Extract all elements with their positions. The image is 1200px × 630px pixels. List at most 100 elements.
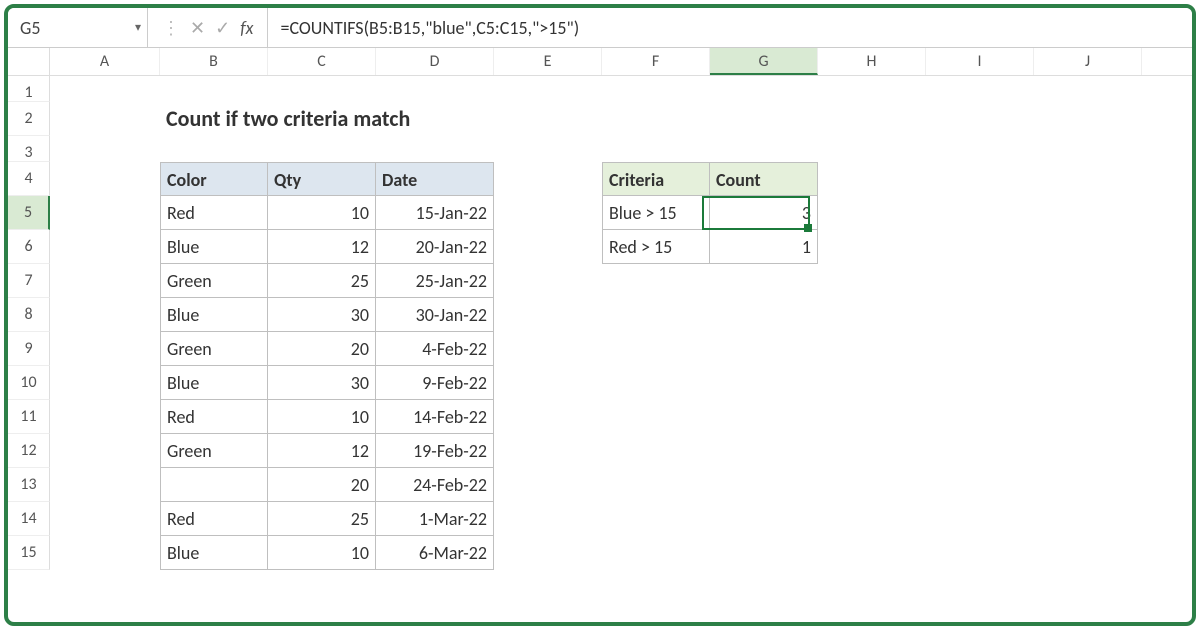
cell[interactable] (818, 502, 926, 536)
cell[interactable] (710, 264, 818, 298)
table-row[interactable]: Blue (160, 366, 268, 400)
table-row[interactable]: Red (160, 196, 268, 230)
col-header-F[interactable]: F (602, 48, 710, 75)
row-header[interactable]: 7 (8, 264, 50, 298)
cell[interactable] (926, 162, 1034, 196)
cell[interactable] (818, 162, 926, 196)
cell[interactable] (1034, 502, 1142, 536)
cell[interactable] (50, 502, 160, 536)
active-cell-value[interactable]: 3 (710, 196, 818, 230)
cell[interactable] (710, 76, 818, 102)
cell[interactable] (268, 136, 376, 162)
table-row[interactable]: Red (160, 400, 268, 434)
col-header-A[interactable]: A (50, 48, 160, 75)
cell[interactable] (926, 468, 1034, 502)
cell[interactable] (1034, 468, 1142, 502)
cell[interactable] (602, 298, 710, 332)
table-row[interactable]: 19-Feb-22 (376, 434, 494, 468)
cell[interactable] (818, 264, 926, 298)
col-header-H[interactable]: H (818, 48, 926, 75)
select-all-corner[interactable] (8, 48, 50, 75)
cell[interactable] (818, 332, 926, 366)
row-header[interactable]: 14 (8, 502, 50, 536)
cell[interactable] (50, 298, 160, 332)
table-row[interactable]: 25 (268, 502, 376, 536)
cell[interactable] (926, 264, 1034, 298)
cell[interactable] (602, 366, 710, 400)
cell[interactable] (376, 102, 494, 136)
cell[interactable] (1034, 434, 1142, 468)
cell[interactable] (602, 536, 710, 570)
table-row[interactable]: Blue (160, 298, 268, 332)
cell[interactable] (494, 366, 602, 400)
cell[interactable] (494, 536, 602, 570)
col-header-B[interactable]: B (160, 48, 268, 75)
table-row[interactable]: 20-Jan-22 (376, 230, 494, 264)
table-header-count[interactable]: Count (710, 162, 818, 196)
cell[interactable] (494, 196, 602, 230)
cell[interactable] (1034, 136, 1142, 162)
cell[interactable] (818, 196, 926, 230)
cell[interactable] (50, 76, 160, 102)
table-row[interactable]: 30 (268, 298, 376, 332)
row-header[interactable]: 2 (8, 102, 50, 136)
cell[interactable] (494, 298, 602, 332)
accept-formula-icon[interactable]: ✓ (215, 17, 230, 39)
table-row[interactable]: 10 (268, 196, 376, 230)
cell[interactable] (50, 162, 160, 196)
cell[interactable] (926, 102, 1034, 136)
row-header[interactable]: 5 (8, 196, 50, 230)
cell[interactable] (268, 102, 376, 136)
cell[interactable] (1034, 102, 1142, 136)
cell[interactable] (602, 434, 710, 468)
cell[interactable] (602, 468, 710, 502)
table-row[interactable]: 10 (268, 400, 376, 434)
cell[interactable] (926, 298, 1034, 332)
cell[interactable] (710, 332, 818, 366)
cell[interactable] (602, 400, 710, 434)
cell[interactable] (602, 102, 710, 136)
row-header[interactable]: 8 (8, 298, 50, 332)
cell[interactable] (926, 366, 1034, 400)
cell[interactable] (494, 332, 602, 366)
cell[interactable] (926, 536, 1034, 570)
cell[interactable] (268, 76, 376, 102)
cell[interactable] (1034, 536, 1142, 570)
row-header[interactable]: 12 (8, 434, 50, 468)
cell[interactable] (818, 434, 926, 468)
cell[interactable] (494, 76, 602, 102)
cell[interactable] (818, 298, 926, 332)
grid[interactable]: 1 2 Count if two criteria match (8, 76, 1192, 570)
table-row[interactable]: 25-Jan-22 (376, 264, 494, 298)
row-header[interactable]: 9 (8, 332, 50, 366)
table-header-color[interactable]: Color (160, 162, 268, 196)
cell[interactable] (494, 136, 602, 162)
cell[interactable] (50, 264, 160, 298)
col-header-E[interactable]: E (494, 48, 602, 75)
cell[interactable] (818, 400, 926, 434)
cell[interactable] (926, 136, 1034, 162)
row-header[interactable]: 1 (8, 76, 50, 102)
cell[interactable] (818, 366, 926, 400)
col-header-D[interactable]: D (376, 48, 494, 75)
cell[interactable] (926, 230, 1034, 264)
table-row[interactable]: 1-Mar-22 (376, 502, 494, 536)
cell[interactable] (602, 332, 710, 366)
cell[interactable] (710, 136, 818, 162)
table-row[interactable]: 14-Feb-22 (376, 400, 494, 434)
row-header[interactable]: 11 (8, 400, 50, 434)
cell[interactable] (50, 196, 160, 230)
cell[interactable] (926, 332, 1034, 366)
cell[interactable] (1034, 298, 1142, 332)
cell[interactable] (494, 468, 602, 502)
cell[interactable] (376, 76, 494, 102)
cell[interactable] (1034, 162, 1142, 196)
table-row[interactable]: 25 (268, 264, 376, 298)
cell[interactable] (602, 136, 710, 162)
cell[interactable] (710, 400, 818, 434)
cell[interactable] (1034, 400, 1142, 434)
cell[interactable] (818, 76, 926, 102)
table-row[interactable]: Green (160, 264, 268, 298)
cell[interactable] (50, 102, 160, 136)
cell[interactable] (602, 76, 710, 102)
